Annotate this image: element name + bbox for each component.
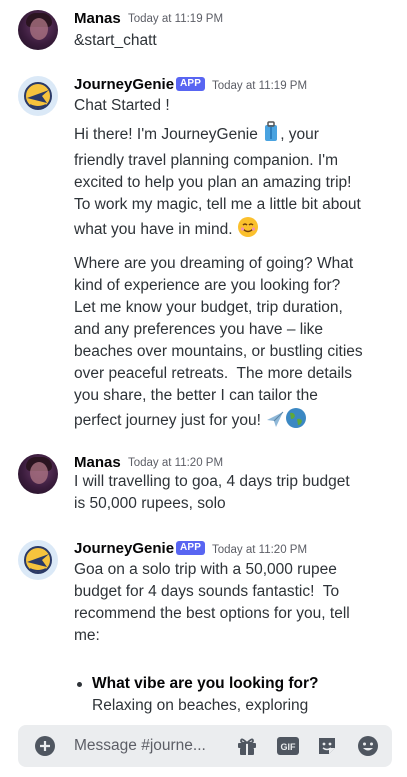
gif-icon[interactable]: GIF bbox=[276, 736, 300, 756]
sticker-icon[interactable] bbox=[316, 735, 338, 757]
avatar[interactable] bbox=[18, 454, 58, 494]
message-composer: Message #journe... GIF bbox=[18, 725, 392, 767]
avatar[interactable] bbox=[18, 10, 58, 50]
list-item: What vibe are you looking for? Relaxing … bbox=[77, 673, 362, 720]
author-name[interactable]: JourneyGenie bbox=[74, 76, 174, 94]
author-name[interactable]: Manas bbox=[74, 10, 121, 28]
emoji-icon[interactable] bbox=[357, 735, 379, 757]
message-input[interactable]: Message #journe... bbox=[74, 737, 206, 755]
gift-icon[interactable] bbox=[236, 735, 258, 757]
message-text: &start_chatt bbox=[74, 32, 157, 49]
bullet-text: Relaxing on beaches, exploring historica… bbox=[92, 697, 331, 720]
message-paragraph: Hi there! I'm JourneyGenie , your friend… bbox=[74, 121, 364, 245]
message-text: I will travelling to goa, 4 days trip bu… bbox=[74, 473, 355, 512]
author-name[interactable]: Manas bbox=[74, 454, 121, 472]
globe-icon bbox=[285, 407, 307, 436]
avatar[interactable] bbox=[18, 76, 58, 116]
airplane-icon bbox=[265, 409, 285, 436]
timestamp: Today at 11:19 PM bbox=[128, 13, 224, 25]
message-paragraph: Where are you dreaming of going? What ki… bbox=[74, 253, 364, 436]
message-item: Manas Today at 11:19 PM &start_chatt bbox=[0, 8, 407, 58]
timestamp: Today at 11:19 PM bbox=[212, 80, 308, 92]
app-badge: APP bbox=[176, 77, 206, 91]
message-text: Chat Started ! bbox=[74, 97, 170, 114]
message-item: JourneyGenie APP Today at 11:19 PM Chat … bbox=[0, 74, 407, 444]
luggage-icon bbox=[262, 121, 280, 150]
timestamp: Today at 11:20 PM bbox=[212, 544, 308, 556]
message-list: Manas Today at 11:19 PM &start_chatt Jou… bbox=[0, 0, 407, 720]
plus-circle-icon[interactable] bbox=[34, 735, 56, 757]
journeygenie-logo-icon bbox=[24, 546, 52, 574]
app-badge: APP bbox=[176, 541, 206, 555]
svg-text:GIF: GIF bbox=[281, 742, 297, 752]
timestamp: Today at 11:20 PM bbox=[128, 457, 224, 469]
message-item: JourneyGenie APP Today at 11:20 PM Goa o… bbox=[0, 538, 407, 720]
author-name[interactable]: JourneyGenie bbox=[74, 540, 174, 558]
journeygenie-logo-icon bbox=[24, 82, 52, 110]
bullet-heading: What vibe are you looking for? bbox=[92, 675, 319, 692]
avatar[interactable] bbox=[18, 540, 58, 580]
message-item: Manas Today at 11:20 PM I will travellin… bbox=[0, 452, 407, 522]
message-text: Goa on a solo trip with a 50,000 rupee b… bbox=[74, 561, 355, 644]
smiling-face-icon bbox=[237, 216, 259, 245]
